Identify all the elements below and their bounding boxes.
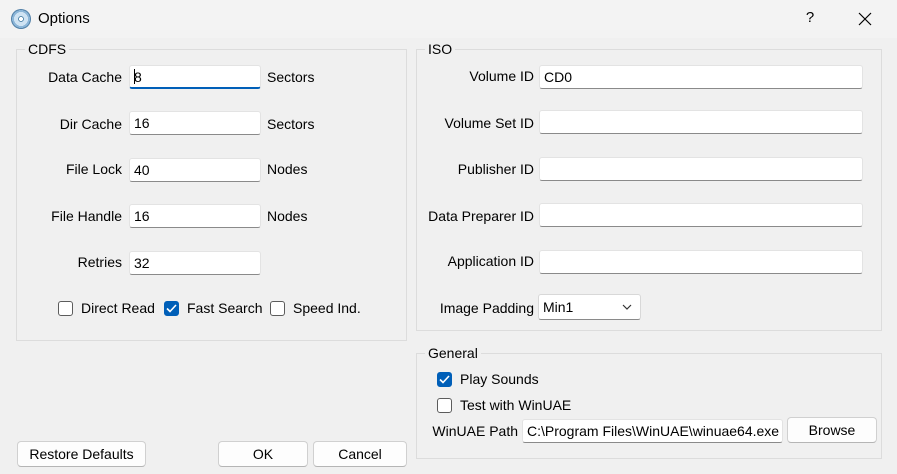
image-padding-value: Min1 [543, 299, 574, 315]
publisher-id-label: Publisher ID [457, 161, 534, 177]
restore-defaults-button[interactable]: Restore Defaults [17, 441, 146, 467]
volume-set-id-field[interactable] [539, 110, 863, 134]
close-button[interactable] [848, 2, 882, 34]
file-handle-label: File Handle [51, 208, 122, 224]
data-cache-field[interactable]: 8 [129, 65, 261, 89]
fast-search-checkbox[interactable]: Fast Search [164, 300, 262, 316]
test-winuae-checkbox[interactable]: Test with WinUAE [437, 397, 571, 413]
file-handle-unit: Nodes [267, 208, 308, 224]
close-icon [858, 12, 872, 26]
checkmark-icon [166, 303, 177, 313]
general-group-title: General [425, 345, 481, 361]
data-preparer-id-field[interactable] [539, 203, 863, 227]
data-cache-unit: Sectors [267, 69, 315, 85]
data-cache-label: Data Cache [48, 69, 122, 85]
retries-label: Retries [77, 254, 122, 270]
cancel-button[interactable]: Cancel [313, 441, 407, 467]
file-handle-field[interactable]: 16 [129, 204, 261, 228]
checkbox-box [437, 397, 452, 413]
retries-field[interactable]: 32 [129, 251, 261, 275]
ok-button[interactable]: OK [218, 441, 308, 467]
fast-search-label: Fast Search [187, 300, 263, 316]
direct-read-label: Direct Read [81, 300, 155, 316]
help-button[interactable]: ? [800, 2, 820, 34]
checkbox-box [437, 371, 452, 387]
application-id-label: Application ID [447, 253, 534, 269]
browse-button[interactable]: Browse [787, 417, 877, 443]
window-title: Options [38, 10, 90, 27]
speed-ind-checkbox[interactable]: Speed Ind. [270, 300, 361, 316]
volume-id-field[interactable]: CD0 [539, 65, 863, 89]
title-bar: Options ? [0, 0, 897, 38]
dir-cache-unit: Sectors [267, 116, 315, 132]
image-padding-label: Image Padding [439, 300, 534, 316]
file-lock-unit: Nodes [267, 161, 308, 177]
chevron-down-icon [622, 304, 632, 310]
volume-set-id-label: Volume Set ID [444, 115, 535, 131]
direct-read-checkbox[interactable]: Direct Read [58, 300, 155, 316]
file-lock-field[interactable]: 40 [129, 158, 261, 182]
application-id-field[interactable] [539, 250, 863, 274]
dir-cache-field[interactable]: 16 [129, 111, 261, 135]
speed-ind-label: Speed Ind. [293, 300, 361, 316]
checkbox-box [58, 300, 73, 316]
cdfs-group-title: CDFS [25, 41, 70, 57]
checkmark-icon [439, 374, 450, 384]
test-winuae-label: Test with WinUAE [460, 397, 572, 413]
iso-group-title: ISO [425, 41, 456, 57]
cdfs-group: CDFS [16, 41, 407, 341]
file-lock-label: File Lock [65, 161, 122, 177]
play-sounds-label: Play Sounds [460, 371, 539, 387]
checkbox-box [164, 300, 179, 316]
iso-group: ISO [416, 41, 882, 331]
winuae-path-label: WinUAE Path [432, 423, 518, 439]
volume-id-label: Volume ID [469, 68, 534, 84]
winuae-path-field[interactable]: C:\Program Files\WinUAE\winuae64.exe [522, 419, 783, 443]
data-preparer-id-label: Data Preparer ID [428, 208, 534, 224]
checkbox-box [270, 300, 285, 316]
cd-disc-icon [11, 9, 31, 29]
dir-cache-label: Dir Cache [59, 116, 122, 132]
play-sounds-checkbox[interactable]: Play Sounds [437, 371, 539, 387]
publisher-id-field[interactable] [539, 157, 863, 181]
image-padding-select[interactable]: Min1 [538, 294, 641, 320]
